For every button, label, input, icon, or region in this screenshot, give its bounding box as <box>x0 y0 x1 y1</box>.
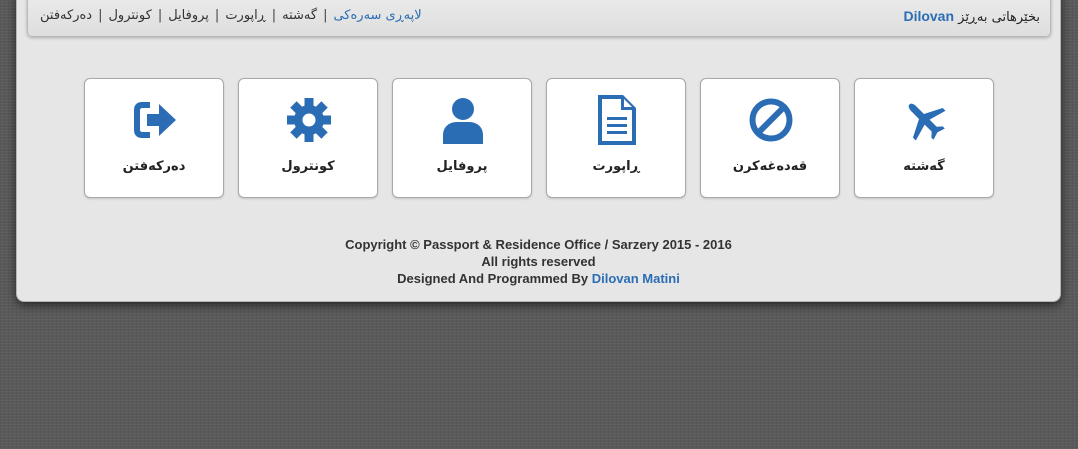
nav-logout[interactable]: دەرکەفتن <box>40 8 92 23</box>
tile-trips[interactable]: گەشتە <box>854 78 994 198</box>
nav-separator: | <box>323 8 328 23</box>
user-icon <box>438 95 488 145</box>
nav-control[interactable]: کونترول <box>108 8 151 23</box>
author-link[interactable]: Dilovan Matini <box>592 271 680 286</box>
ban-icon <box>746 95 796 145</box>
nav-separator: | <box>157 8 163 23</box>
tile-label: گەشتە <box>903 159 945 174</box>
tile-control[interactable]: کونترول <box>238 78 378 198</box>
nav-separator: | <box>271 8 277 23</box>
tile-label: پروفایل <box>436 159 488 174</box>
nav-trips[interactable]: گەشتە <box>282 8 317 23</box>
welcome-message: بخێرهاتی بەڕێز Dilovan <box>903 8 1040 25</box>
gear-icon <box>284 95 334 145</box>
tile-grid: گەشتە قەدەغەکرن ڕاپورت پروفایل کونترول د… <box>84 78 994 198</box>
tile-label: دەرکەفتن <box>122 159 186 174</box>
welcome-prefix: بخێرهاتی بەڕێز <box>958 10 1040 25</box>
main-panel: بخێرهاتی بەڕێز Dilovan لاپەڕی سەرەکی | گەش… <box>16 0 1061 302</box>
tile-label: قەدەغەکرن <box>732 159 808 174</box>
credits: Designed And Programmed By Dilovan Matin… <box>17 270 1060 287</box>
footer: Copyright © Passport & Residence Office … <box>17 236 1060 287</box>
nav-separator: | <box>98 8 103 23</box>
credits-prefix: Designed And Programmed By <box>397 271 589 286</box>
copyright-text: Copyright © Passport & Residence Office … <box>345 237 732 252</box>
document-icon <box>592 95 642 145</box>
username: Dilovan <box>903 8 955 24</box>
sign-out-icon <box>130 95 180 145</box>
tile-logout[interactable]: دەرکەفتن <box>84 78 224 198</box>
tile-report[interactable]: ڕاپورت <box>546 78 686 198</box>
rights-text: All rights reserved <box>481 254 596 269</box>
tile-profile[interactable]: پروفایل <box>392 78 532 198</box>
top-bar: بخێرهاتی بەڕێز Dilovan لاپەڕی سەرەکی | گەش… <box>27 0 1051 37</box>
top-nav: لاپەڕی سەرەکی | گەشتە | ڕاپورت | پروفایل | کونتر… <box>40 8 422 23</box>
nav-home[interactable]: لاپەڕی سەرەکی <box>333 8 421 23</box>
nav-report[interactable]: ڕاپورت <box>225 8 265 23</box>
tile-label: ڕاپورت <box>592 159 640 174</box>
nav-separator: | <box>214 8 220 23</box>
tile-ban[interactable]: قەدەغەکرن <box>700 78 840 198</box>
nav-profile[interactable]: پروفایل <box>168 8 209 23</box>
plane-icon <box>900 95 950 145</box>
tile-label: کونترول <box>281 159 335 174</box>
